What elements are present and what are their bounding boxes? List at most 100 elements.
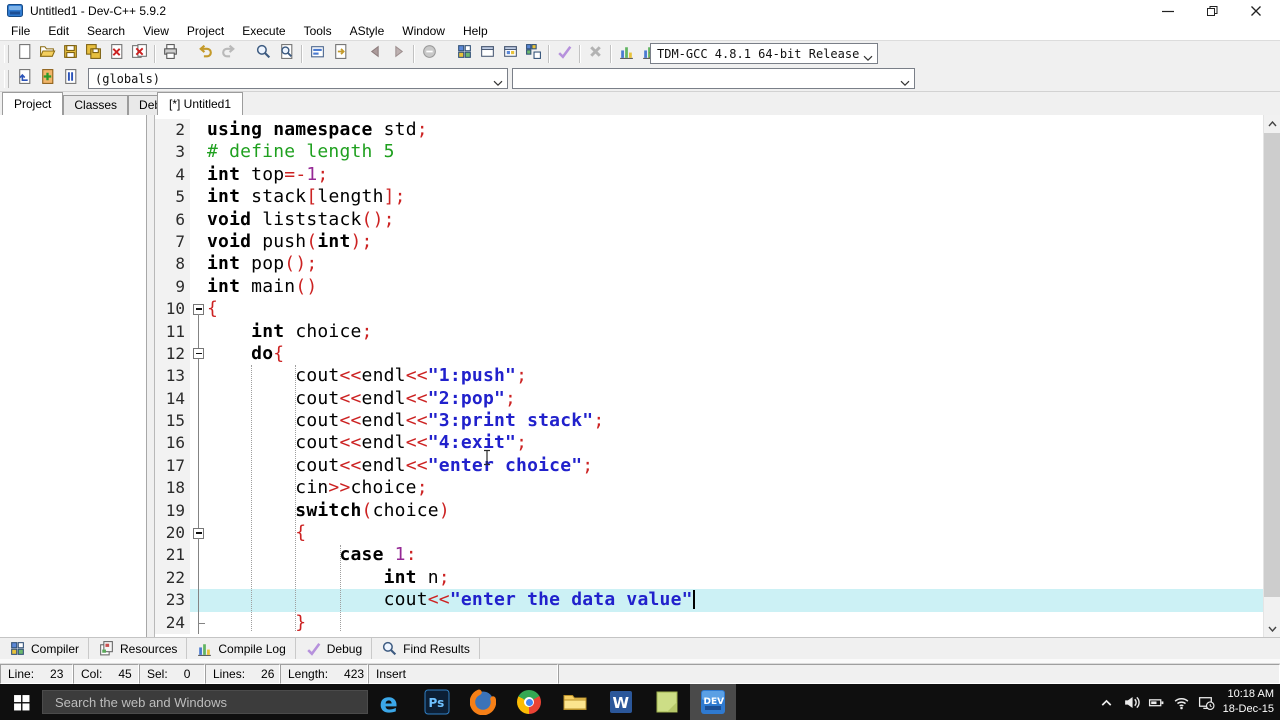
class-browser-button[interactable] — [59, 68, 82, 90]
code-line-18[interactable]: 18 cin>>choice; — [155, 477, 1263, 501]
line-number[interactable]: 17 — [155, 454, 190, 478]
save-all-button[interactable] — [82, 43, 105, 65]
panel-tab-classes[interactable]: Classes — [63, 95, 129, 115]
menu-item-astyle[interactable]: AStyle — [341, 24, 394, 38]
goto-line-button[interactable] — [329, 43, 352, 65]
code-line-10[interactable]: 10 { — [155, 298, 1263, 321]
line-number[interactable]: 18 — [155, 477, 190, 500]
line-number[interactable]: 6 — [155, 208, 190, 231]
taskbar-app-dev-cpp[interactable]: DEV — [690, 684, 736, 720]
find-in-files-button[interactable] — [275, 43, 298, 65]
line-number[interactable]: 10 — [155, 298, 190, 321]
menu-item-edit[interactable]: Edit — [39, 24, 78, 38]
code-line-24[interactable]: 24 } — [155, 611, 1263, 635]
code-line-7[interactable]: 7 void push(int); — [155, 230, 1263, 254]
panel-tab-project[interactable]: Project — [2, 92, 64, 115]
line-number[interactable]: 4 — [155, 163, 190, 187]
menu-item-view[interactable]: View — [134, 24, 178, 38]
line-number[interactable]: 3 — [155, 141, 190, 164]
devcpp-app-icon[interactable] — [7, 3, 23, 19]
editor-tab-untitled1[interactable]: [*] Untitled1 — [157, 92, 244, 115]
scrollbar-thumb[interactable] — [1264, 133, 1280, 597]
code-line-2[interactable]: 2 using namespace std; — [155, 119, 1263, 142]
redo-button[interactable] — [217, 43, 240, 65]
taskbar-app-notes[interactable] — [644, 684, 690, 720]
open-file-button[interactable] — [36, 43, 59, 65]
taskbar-app-file-explorer[interactable] — [552, 684, 598, 720]
code-line-22[interactable]: 22 int n; — [155, 566, 1263, 590]
report-tab-find-results[interactable]: Find Results — [372, 638, 480, 659]
print-button[interactable] — [159, 43, 182, 65]
back-button[interactable] — [364, 43, 387, 65]
line-number[interactable]: 14 — [155, 387, 190, 411]
replace-button[interactable] — [306, 43, 329, 65]
compiler-profile-select[interactable]: TDM-GCC 4.8.1 64-bit Release — [650, 43, 878, 64]
fold-toggle-icon[interactable] — [193, 348, 204, 360]
minimize-button[interactable] — [1146, 0, 1190, 22]
new-file-button[interactable] — [13, 43, 36, 65]
line-number[interactable]: 13 — [155, 365, 190, 388]
project-panel[interactable] — [0, 115, 147, 637]
save-button[interactable] — [59, 43, 82, 65]
fold-toggle-icon[interactable] — [193, 303, 204, 315]
report-tab-compiler[interactable]: Compiler — [0, 638, 90, 659]
syntax-check-button[interactable] — [553, 43, 576, 65]
line-number[interactable]: 24 — [155, 611, 190, 634]
close-file-button[interactable] — [105, 43, 128, 65]
taskbar-app-edge[interactable]: e — [368, 684, 414, 720]
code-editor[interactable]: 2 using namespace std; 3 # define length 54… — [154, 115, 1280, 637]
goto-declaration-button[interactable] — [13, 68, 36, 90]
scroll-down-arrow[interactable] — [1264, 620, 1280, 637]
report-tab-debug[interactable]: Debug — [296, 638, 373, 659]
line-number[interactable]: 8 — [155, 253, 190, 276]
report-tab-resources[interactable]: Resources — [89, 638, 188, 659]
line-number[interactable]: 19 — [155, 499, 190, 523]
taskbar-app-word[interactable]: W — [598, 684, 644, 720]
menu-item-tools[interactable]: Tools — [295, 24, 341, 38]
code-line-5[interactable]: 5 int stack[length]; — [155, 186, 1263, 209]
fold-toggle-icon[interactable] — [193, 527, 204, 539]
restore-button[interactable] — [1190, 0, 1234, 22]
line-number[interactable]: 7 — [155, 230, 190, 254]
find-button[interactable] — [252, 43, 275, 65]
taskbar-clock[interactable]: 10:18 AM 18-Dec-15 — [1216, 687, 1274, 717]
abort-button[interactable] — [584, 43, 607, 65]
line-number[interactable]: 5 — [155, 186, 190, 209]
menu-item-window[interactable]: Window — [393, 24, 454, 38]
line-number[interactable]: 22 — [155, 566, 190, 590]
add-member-button[interactable] — [36, 68, 59, 90]
rebuild-button[interactable] — [522, 43, 545, 65]
close-button[interactable] — [1234, 0, 1278, 22]
scroll-up-arrow[interactable] — [1264, 115, 1280, 132]
line-number[interactable]: 16 — [155, 432, 190, 455]
code-line-17[interactable]: 17 cout<<endl<<"enter choice"; — [155, 454, 1263, 478]
menu-item-project[interactable]: Project — [178, 24, 233, 38]
battery-button[interactable] — [1144, 684, 1169, 720]
volume-button[interactable] — [1119, 684, 1144, 720]
code-line-3[interactable]: 3 # define length 5 — [155, 141, 1263, 164]
code-line-21[interactable]: 21 case 1: — [155, 544, 1263, 568]
line-number[interactable]: 9 — [155, 275, 190, 299]
start-button[interactable] — [0, 684, 42, 720]
code-line-19[interactable]: 19 switch(choice) — [155, 499, 1263, 523]
editor-vscrollbar[interactable] — [1263, 115, 1280, 637]
line-number[interactable]: 15 — [155, 410, 190, 433]
undo-button[interactable] — [194, 43, 217, 65]
line-number[interactable]: 2 — [155, 119, 190, 142]
code-line-6[interactable]: 6 void liststack(); — [155, 208, 1263, 231]
close-all-button[interactable] — [128, 43, 151, 65]
line-number[interactable]: 23 — [155, 589, 190, 612]
line-number[interactable]: 11 — [155, 320, 190, 343]
code-line-16[interactable]: 16 cout<<endl<<"4:exit"; — [155, 432, 1263, 456]
menu-item-search[interactable]: Search — [78, 24, 134, 38]
code-line-8[interactable]: 8 int pop(); — [155, 253, 1263, 276]
compile-run-button[interactable] — [499, 43, 522, 65]
scope-select[interactable]: (globals) — [88, 68, 508, 89]
code-line-14[interactable]: 14 cout<<endl<<"2:pop"; — [155, 387, 1263, 411]
wifi-button[interactable] — [1169, 684, 1194, 720]
line-number[interactable]: 12 — [155, 342, 190, 366]
taskbar-app-photoshop[interactable]: Ps — [414, 684, 460, 720]
code-line-20[interactable]: 20 { — [155, 522, 1263, 545]
code-line-13[interactable]: 13 cout<<endl<<"1:push"; — [155, 365, 1263, 389]
run-button[interactable] — [476, 43, 499, 65]
